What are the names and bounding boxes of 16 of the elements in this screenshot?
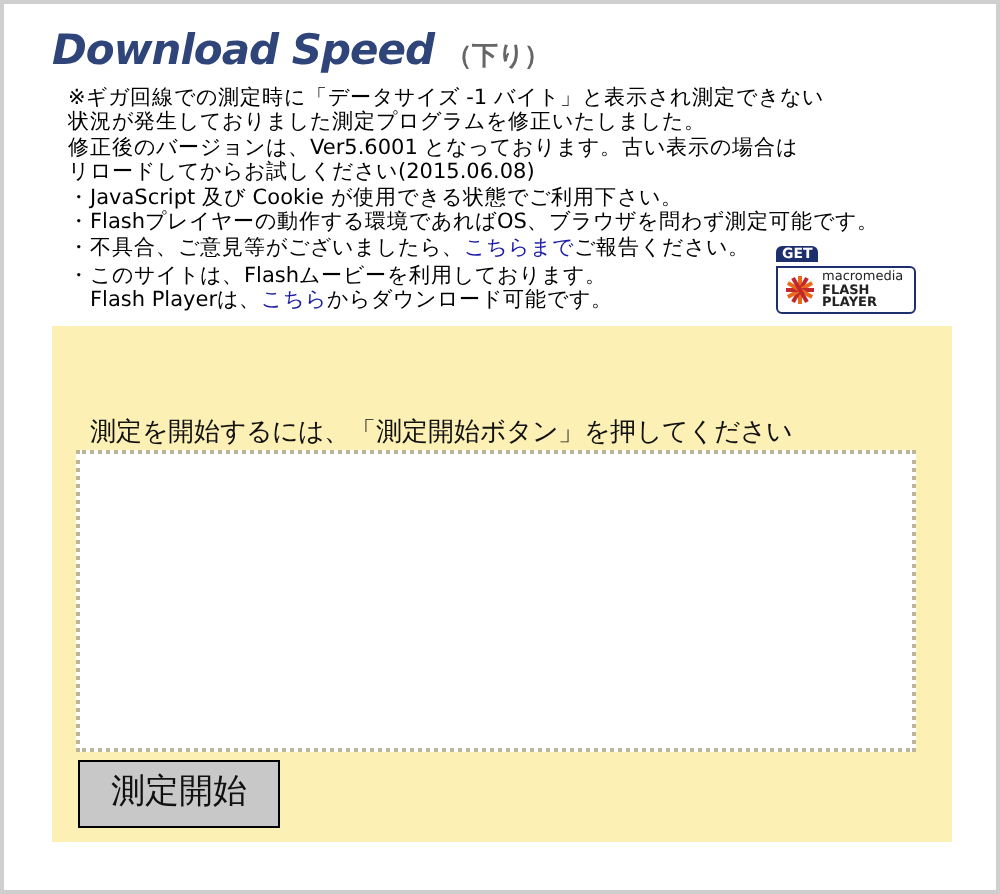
note-line: ・Flashプレイヤーの動作する環境であればOS、ブラウザを問わず測定可能です。 xyxy=(68,210,879,234)
page-subtitle: （下り） xyxy=(446,40,551,76)
page-title: Download Speed xyxy=(52,24,435,76)
start-button[interactable]: 測定開始 xyxy=(78,759,280,827)
instruction-text: 測定を開始するには、「測定開始ボタン」を押してください xyxy=(88,417,794,449)
note-line: Flash Playerは、こちらからダウンロード可能です。 xyxy=(88,288,614,312)
link[interactable]: こちら xyxy=(261,288,328,312)
note-line: ・JavaScript 及び Cookie が使用できる状態でご利用下さい。 xyxy=(68,185,683,209)
link[interactable]: こちらまで xyxy=(464,235,574,259)
note-line: 状況が発生しておりました測定プログラムを修正いたしました。 xyxy=(68,110,706,134)
note-line: リロードしてからお試しください(2015.06.08) xyxy=(68,160,535,184)
note-line: ・このサイトは、Flashムービーを利用しております。 xyxy=(68,263,608,287)
note-line: ※ギガ回線での測定時に「データサイズ -1 バイト」と表示され測定できない xyxy=(68,85,824,109)
note-line: ・不具合、ご意見等がございましたら、こちらまでご報告ください。 xyxy=(68,235,750,259)
note-line: 修正後のバージョンは、Ver5.6001 となっております。古い表示の場合は xyxy=(68,135,799,159)
starburst-icon xyxy=(784,273,816,305)
